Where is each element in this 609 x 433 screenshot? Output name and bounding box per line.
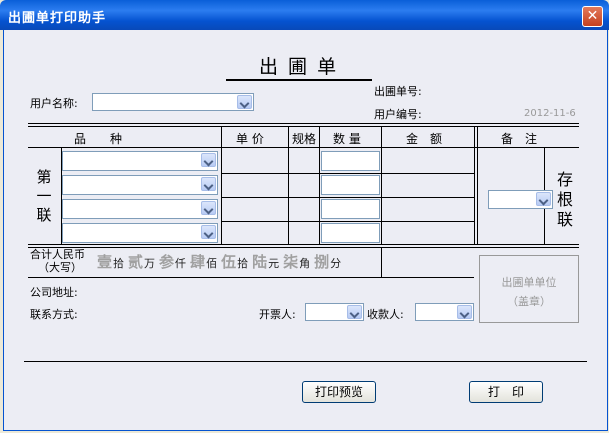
total-sep (381, 247, 382, 277)
stamp-line1: 出圃单单位 (501, 276, 557, 289)
title-bar: 出圃单打印助手 ✕ (0, 0, 609, 30)
total-label-line1: 合计人民币 (30, 248, 85, 261)
form-title: 出 圃 单 (259, 56, 339, 78)
row-line-1 (221, 173, 474, 174)
total-digit: 捌 (314, 253, 330, 271)
contact-label: 联系方式: (30, 308, 78, 321)
issuer-label: 开票人: (259, 308, 296, 321)
table-body-bottom-2 (28, 247, 579, 248)
user-no-label: 用户编号: (374, 108, 422, 121)
chevron-down-icon[interactable] (201, 225, 216, 239)
table-top-border (28, 123, 579, 124)
company-address-label: 公司地址: (30, 286, 78, 299)
stamp-line2: （盖章） (507, 295, 551, 308)
header-quantity: 数 量 (333, 132, 361, 146)
quantity-input-2[interactable] (321, 175, 380, 195)
print-preview-button[interactable]: 打印预览 (302, 381, 376, 403)
col-sep-5 (474, 126, 475, 244)
chevron-down-icon[interactable] (201, 153, 216, 167)
total-uppercase-amount: 壹拾 贰万 参仟 肆佰 伍拾 陆元 柒角 捌分 (97, 251, 345, 272)
chevron-down-icon[interactable] (347, 305, 362, 319)
total-digit: 壹 (97, 253, 113, 271)
total-unit: 分 (330, 257, 342, 270)
date-text: 2012-11-6 (524, 108, 576, 119)
order-no-label: 出圃单号: (374, 85, 422, 98)
header-variety: 品 种 (74, 132, 123, 146)
user-name-label: 用户名称: (30, 97, 78, 110)
header-amount: 金 额 (406, 132, 443, 146)
total-digit: 陆 (252, 253, 268, 271)
col-sep-1 (221, 126, 222, 244)
total-digit: 柒 (283, 253, 299, 271)
total-unit: 角 (299, 257, 311, 270)
row-line-3 (221, 221, 474, 222)
stamp-box: 出圃单单位 （盖章） (479, 255, 579, 323)
title-underline (226, 79, 372, 81)
variety-combo-4[interactable] (62, 223, 218, 243)
print-button[interactable]: 打 印 (469, 381, 543, 403)
payee-combo[interactable] (415, 303, 474, 321)
total-unit: 万 (144, 257, 156, 270)
chevron-down-icon[interactable] (536, 192, 551, 206)
quantity-input-1[interactable] (321, 151, 380, 171)
payee-label: 收款人: (367, 308, 404, 321)
quantity-input-3[interactable] (321, 199, 380, 219)
col-sep-3 (319, 126, 320, 244)
chevron-down-icon[interactable] (201, 201, 216, 215)
chevron-down-icon[interactable] (201, 177, 216, 191)
total-bottom-line (28, 277, 474, 278)
close-icon: ✕ (586, 8, 599, 24)
quantity-input-4[interactable] (321, 223, 380, 243)
total-label-line2: （大写） (38, 261, 82, 274)
variety-combo-1[interactable] (62, 151, 218, 171)
total-digit: 参 (159, 253, 175, 271)
window-title: 出圃单打印助手 (8, 11, 107, 26)
variety-combo-2[interactable] (62, 175, 218, 195)
table-body-bottom (28, 244, 579, 245)
first-copy-label: 第一联 (36, 168, 52, 224)
table-top-border-2 (28, 126, 579, 127)
header-remark: 备 注 (501, 132, 538, 146)
issuer-combo[interactable] (305, 303, 364, 321)
header-spec: 规格 (292, 132, 317, 146)
form-panel: 出 圃 单 用户名称: 出圃单号: 用户编号: 2012-11-6 品 种 单 … (3, 30, 608, 431)
total-digit: 贰 (128, 253, 144, 271)
total-unit: 元 (268, 257, 280, 270)
col-sep-4 (381, 126, 382, 244)
header-bottom-border (28, 147, 579, 148)
col-sep-5b (477, 126, 478, 244)
total-label: 合计人民币 （大写） (30, 248, 85, 274)
header-price: 单 价 (236, 132, 264, 146)
chevron-down-icon[interactable] (237, 95, 252, 109)
row-line-2 (221, 197, 474, 198)
variety-combo-3[interactable] (62, 199, 218, 219)
total-digit: 伍 (221, 253, 237, 271)
col-sep-2 (288, 126, 289, 244)
chevron-down-icon[interactable] (457, 305, 472, 319)
remark-combo[interactable] (488, 190, 553, 209)
total-digit: 肆 (190, 253, 206, 271)
close-button[interactable]: ✕ (582, 6, 603, 27)
total-unit: 拾 (113, 257, 125, 270)
footer-separator (24, 361, 587, 362)
total-unit: 拾 (237, 257, 249, 270)
user-name-combo[interactable] (92, 93, 254, 111)
total-unit: 佰 (206, 257, 218, 270)
total-unit: 仟 (175, 257, 187, 270)
stub-copy-label: 存根联 (557, 170, 574, 229)
